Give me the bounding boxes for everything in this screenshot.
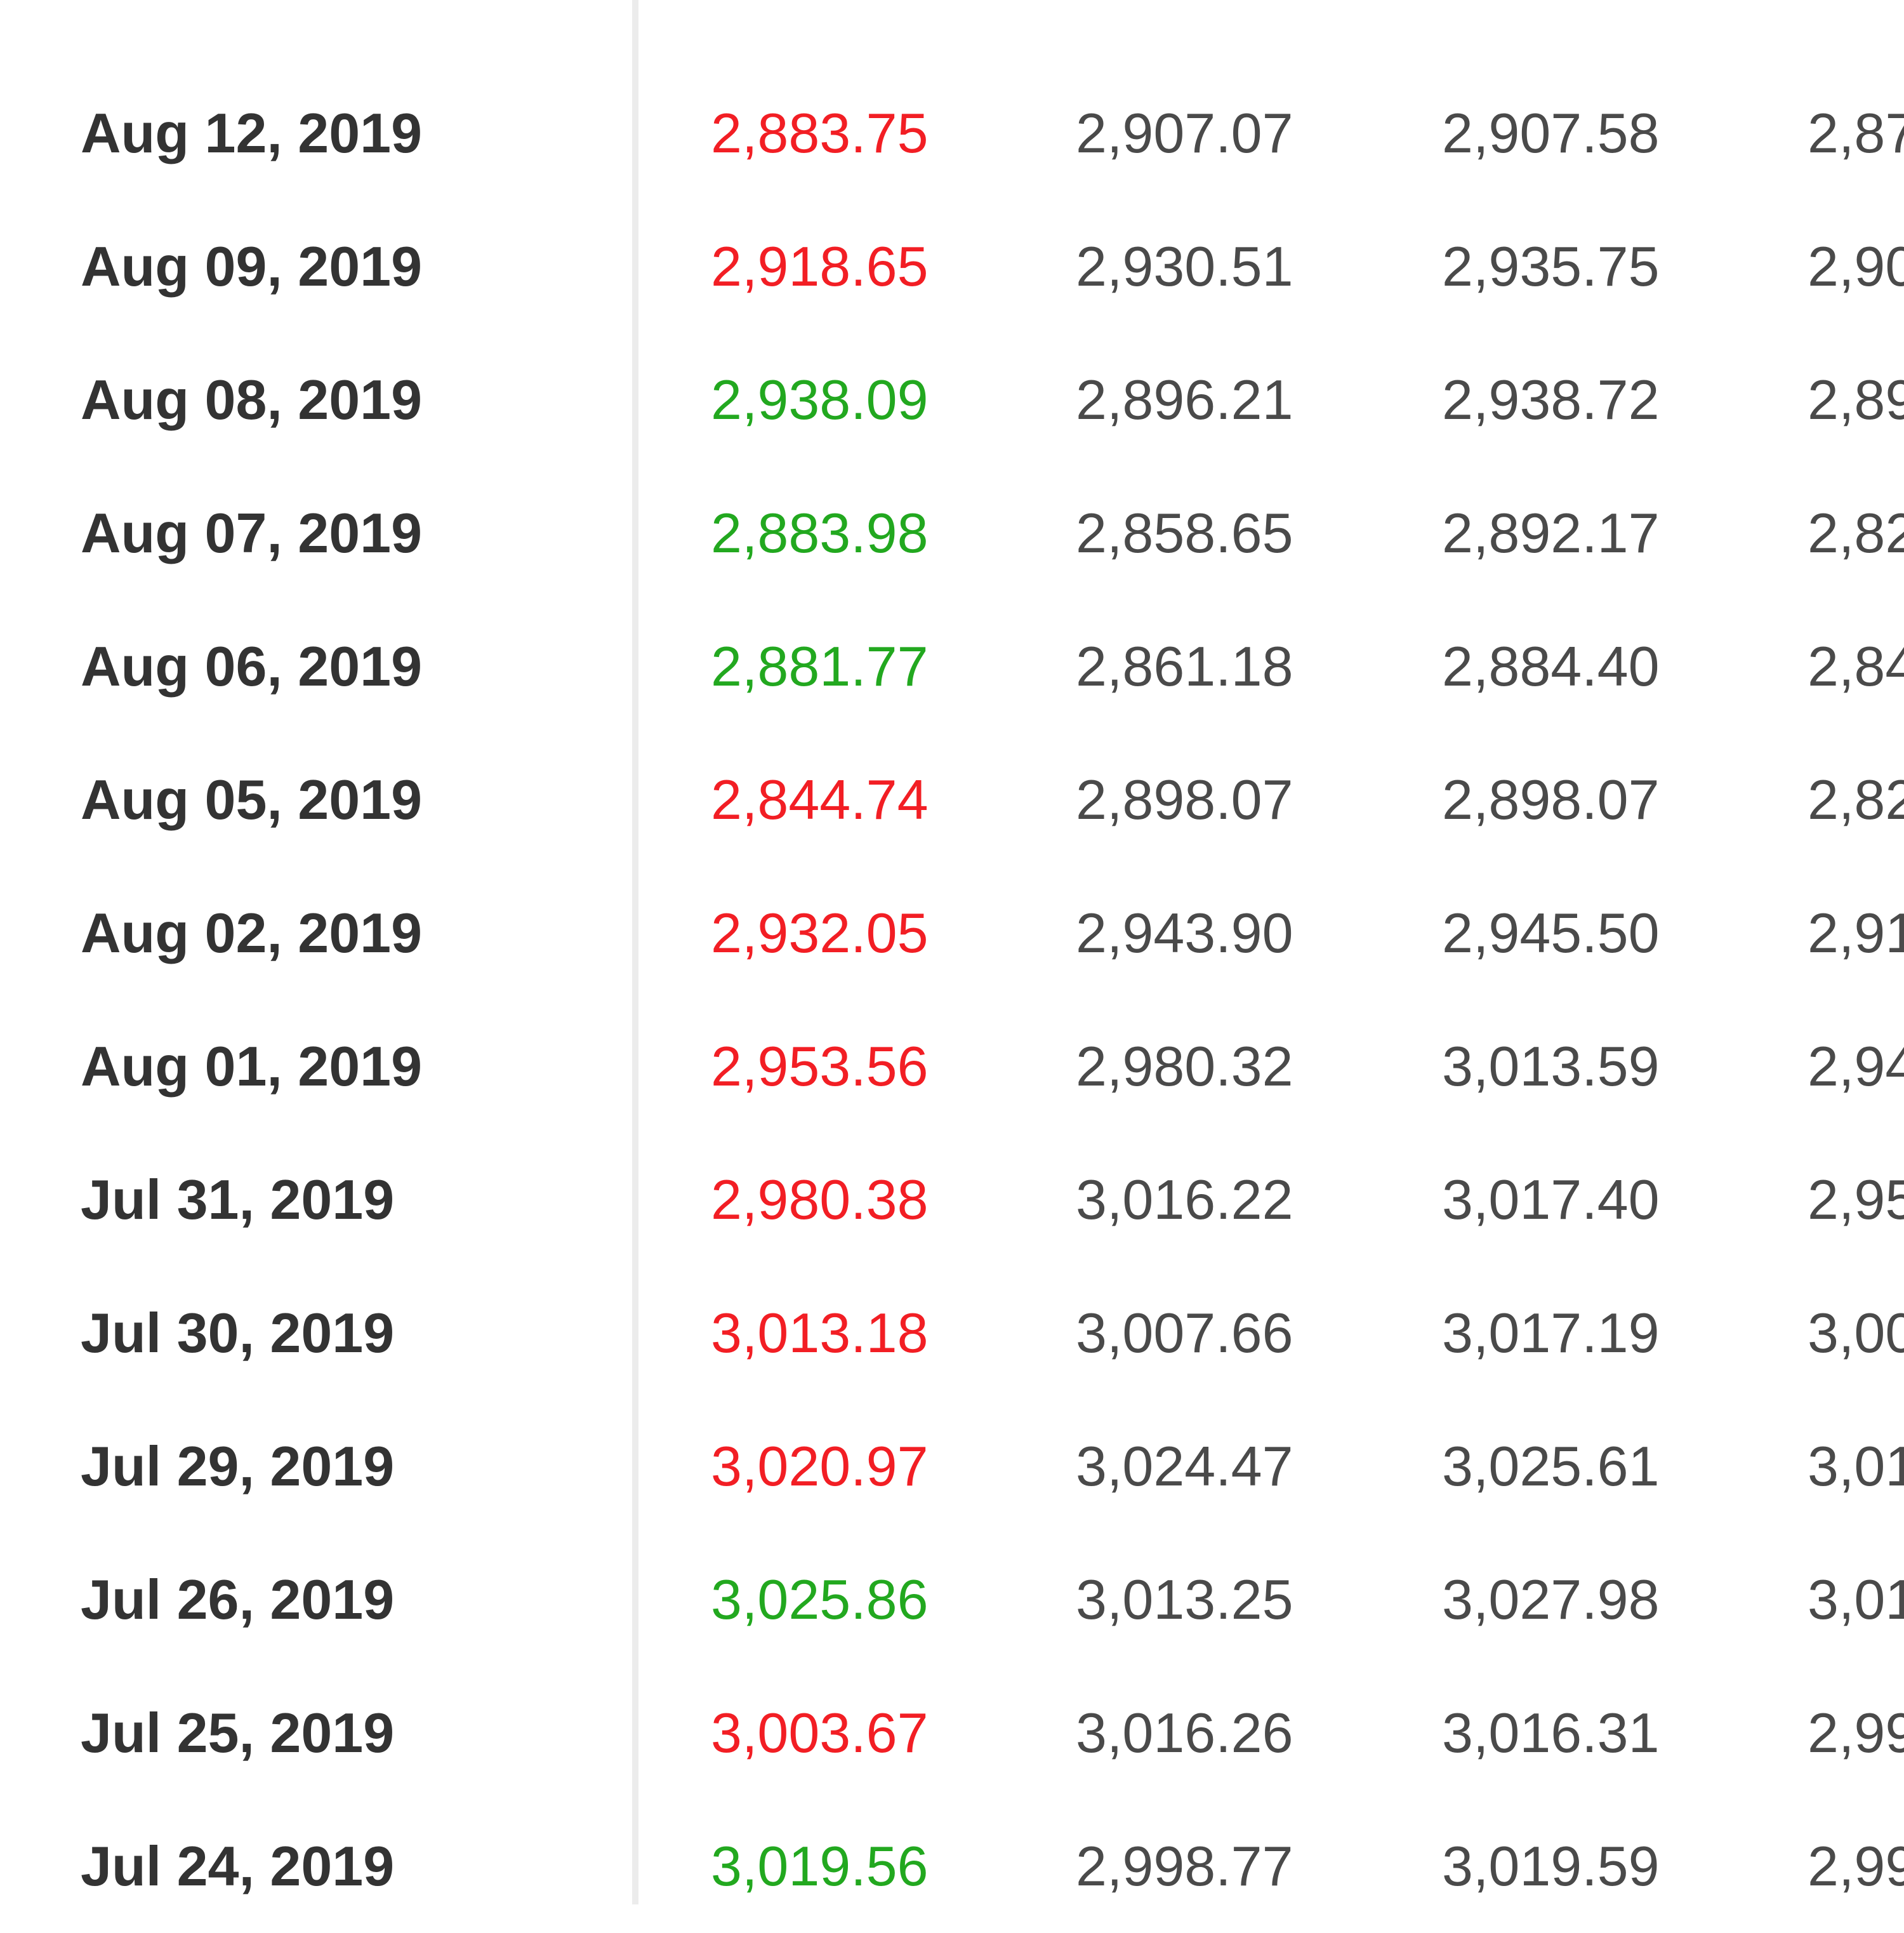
table-row[interactable]: Aug 08, 2019 2,938.09 2,896.21 2,938.72 2,89 <box>0 333 1904 467</box>
price-cell: 2,918.65 <box>711 235 929 298</box>
low-cell: 2,99 <box>1808 1701 1904 1764</box>
table-row[interactable]: Aug 09, 2019 2,918.65 2,930.51 2,935.75 2,90 <box>0 200 1904 333</box>
high-cell: 2,935.75 <box>1442 235 1660 298</box>
table-row[interactable]: Jul 26, 2019 3,025.86 3,013.25 3,027.98 3,01 <box>0 1533 1904 1666</box>
open-cell: 3,024.47 <box>1076 1435 1293 1498</box>
high-cell: 2,938.72 <box>1442 368 1660 431</box>
low-cell: 2,87 <box>1808 102 1904 164</box>
high-cell: 2,945.50 <box>1442 901 1660 964</box>
table-row[interactable]: Jul 24, 2019 3,019.56 2,998.77 3,019.59 2,99 <box>0 1800 1904 1933</box>
high-cell: 2,884.40 <box>1442 635 1660 698</box>
table-row[interactable]: Aug 01, 2019 2,953.56 2,980.32 3,013.59 2,94 <box>0 1000 1904 1133</box>
table-row[interactable]: Aug 02, 2019 2,932.05 2,943.90 2,945.50 2,91 <box>0 867 1904 1000</box>
table-row[interactable]: Aug 06, 2019 2,881.77 2,861.18 2,884.40 2,84 <box>0 600 1904 733</box>
high-cell: 3,017.40 <box>1442 1168 1660 1231</box>
high-cell: 2,898.07 <box>1442 768 1660 831</box>
price-cell: 2,953.56 <box>711 1035 929 1098</box>
open-cell: 2,980.32 <box>1076 1035 1293 1098</box>
low-cell: 2,99 <box>1808 1835 1904 1897</box>
low-cell: 2,95 <box>1808 1168 1904 1231</box>
open-cell: 2,861.18 <box>1076 635 1293 698</box>
open-cell: 3,013.25 <box>1076 1568 1293 1631</box>
open-cell: 2,907.07 <box>1076 102 1293 164</box>
date-cell: Jul 30, 2019 <box>81 1301 395 1364</box>
low-cell: 2,82 <box>1808 768 1904 831</box>
date-cell: Jul 31, 2019 <box>81 1168 395 1231</box>
low-cell: 3,00 <box>1808 1301 1904 1364</box>
open-cell: 2,896.21 <box>1076 368 1293 431</box>
date-cell: Aug 12, 2019 <box>81 102 423 164</box>
open-cell: 2,943.90 <box>1076 901 1293 964</box>
high-cell: 3,019.59 <box>1442 1835 1660 1897</box>
open-cell: 2,998.77 <box>1076 1835 1293 1897</box>
price-cell: 3,020.97 <box>711 1435 929 1498</box>
table-row[interactable]: Aug 05, 2019 2,844.74 2,898.07 2,898.07 2,82 <box>0 733 1904 867</box>
date-cell: Jul 25, 2019 <box>81 1701 395 1764</box>
price-cell: 3,025.86 <box>711 1568 929 1631</box>
date-cell: Aug 06, 2019 <box>81 635 423 698</box>
price-cell: 2,883.98 <box>711 502 929 564</box>
low-cell: 2,90 <box>1808 235 1904 298</box>
price-cell: 3,019.56 <box>711 1835 929 1897</box>
price-cell: 2,980.38 <box>711 1168 929 1231</box>
high-cell: 3,017.19 <box>1442 1301 1660 1364</box>
low-cell: 3,01 <box>1808 1435 1904 1498</box>
table-row[interactable]: Jul 29, 2019 3,020.97 3,024.47 3,025.61 3,01 <box>0 1400 1904 1533</box>
open-cell: 2,930.51 <box>1076 235 1293 298</box>
price-cell: 3,003.67 <box>711 1701 929 1764</box>
date-cell: Jul 24, 2019 <box>81 1835 395 1897</box>
open-cell: 3,016.26 <box>1076 1701 1293 1764</box>
table-row[interactable]: Jul 31, 2019 2,980.38 3,016.22 3,017.40 2,95 <box>0 1133 1904 1266</box>
date-cell: Aug 01, 2019 <box>81 1035 423 1098</box>
low-cell: 3,01 <box>1808 1568 1904 1631</box>
date-cell: Aug 09, 2019 <box>81 235 423 298</box>
price-cell: 2,938.09 <box>711 368 929 431</box>
price-cell: 3,013.18 <box>711 1301 929 1364</box>
table-row[interactable]: Jul 30, 2019 3,013.18 3,007.66 3,017.19 3,00 <box>0 1266 1904 1400</box>
low-cell: 2,84 <box>1808 635 1904 698</box>
high-cell: 2,907.58 <box>1442 102 1660 164</box>
price-cell: 2,883.75 <box>711 102 929 164</box>
date-cell: Jul 26, 2019 <box>81 1568 395 1631</box>
high-cell: 3,016.31 <box>1442 1701 1660 1764</box>
date-cell: Jul 29, 2019 <box>81 1435 395 1498</box>
table-row[interactable] <box>0 0 1904 67</box>
high-cell: 3,013.59 <box>1442 1035 1660 1098</box>
low-cell: 2,82 <box>1808 502 1904 564</box>
date-cell: Aug 07, 2019 <box>81 502 423 564</box>
historical-data-table: Aug 12, 2019 2,883.75 2,907.07 2,907.58 2,87… <box>0 0 1904 1904</box>
date-cell: Aug 08, 2019 <box>81 368 423 431</box>
low-cell: 2,89 <box>1808 368 1904 431</box>
high-cell: 3,027.98 <box>1442 1568 1660 1631</box>
date-cell: Aug 05, 2019 <box>81 768 423 831</box>
price-cell: 2,844.74 <box>711 768 929 831</box>
table-row[interactable]: Aug 07, 2019 2,883.98 2,858.65 2,892.17 2,82 <box>0 467 1904 600</box>
high-cell: 2,892.17 <box>1442 502 1660 564</box>
low-cell: 2,91 <box>1808 901 1904 964</box>
low-cell: 2,94 <box>1808 1035 1904 1098</box>
table-row[interactable]: Aug 12, 2019 2,883.75 2,907.07 2,907.58 2,87 <box>0 67 1904 200</box>
open-cell: 3,007.66 <box>1076 1301 1293 1364</box>
open-cell: 2,858.65 <box>1076 502 1293 564</box>
open-cell: 2,898.07 <box>1076 768 1293 831</box>
price-cell: 2,932.05 <box>711 901 929 964</box>
high-cell: 3,025.61 <box>1442 1435 1660 1498</box>
open-cell: 3,016.22 <box>1076 1168 1293 1231</box>
price-cell: 2,881.77 <box>711 635 929 698</box>
date-cell: Aug 02, 2019 <box>81 901 423 964</box>
table-row[interactable]: Jul 25, 2019 3,003.67 3,016.26 3,016.31 2,99 <box>0 1666 1904 1800</box>
